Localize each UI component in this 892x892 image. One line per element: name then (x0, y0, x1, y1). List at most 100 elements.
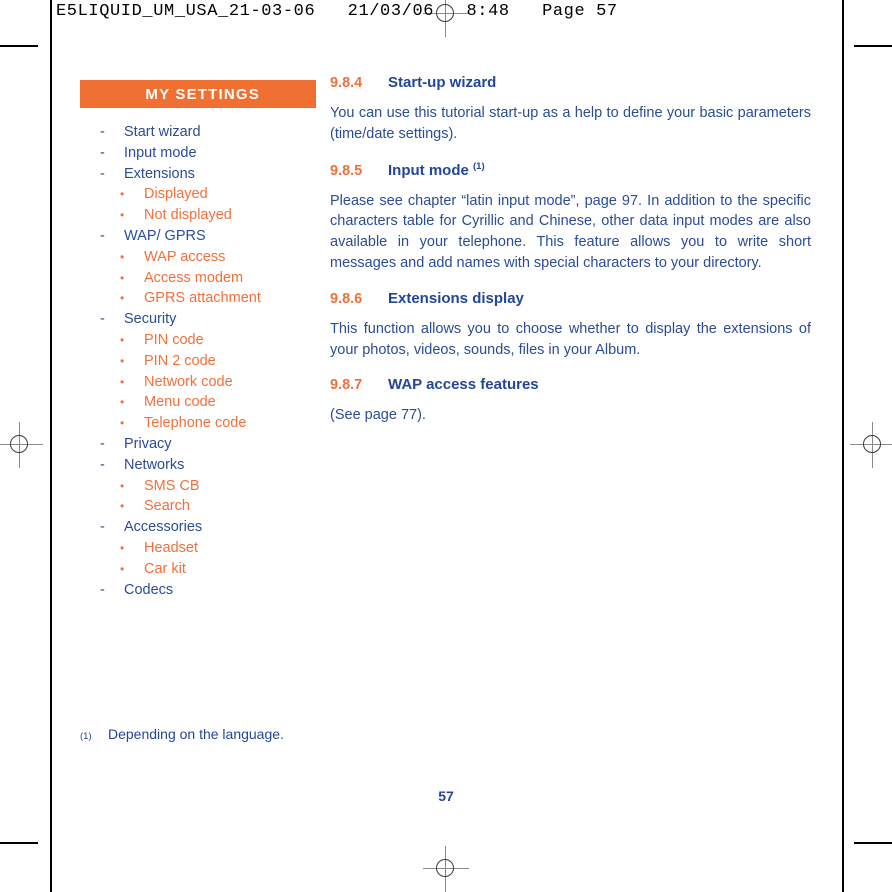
section-heading: 9.8.6 Extensions display (330, 290, 811, 307)
sidebar-item-label: SMS CB (144, 477, 200, 494)
sidebar-item[interactable]: • Not displayed (80, 205, 316, 226)
sidebar-item-label: Headset (144, 539, 199, 556)
sidebar-item-label: Car kit (144, 560, 186, 577)
dot-bullet-icon: • (120, 561, 125, 576)
sidebar-item[interactable]: • WAP access (80, 247, 316, 268)
sidebar-item-label: Start wizard (124, 124, 201, 140)
sidebar-item[interactable]: - Privacy (80, 434, 316, 455)
section-title-text: Extensions display (388, 289, 524, 307)
sidebar-item[interactable]: - Input mode (80, 143, 316, 164)
sidebar-item[interactable]: • PIN code (80, 330, 316, 351)
main-content-column: 9.8.4 Start-up wizard You can use this tut… (330, 74, 811, 442)
section-title: Start-up wizard (388, 74, 496, 91)
sidebar-item[interactable]: • Search (80, 496, 316, 517)
sidebar-item-label: Privacy (124, 435, 172, 452)
sidebar-item-label: Not displayed (144, 207, 232, 224)
sidebar-item-label: Input mode (124, 144, 197, 161)
sidebar-item-label: PIN 2 code (144, 352, 216, 369)
sidebar-item[interactable]: • Telephone code (80, 413, 316, 434)
sidebar-item-label: Extensions (124, 165, 195, 182)
dot-bullet-icon: • (120, 374, 125, 389)
sidebar-item[interactable]: - Networks (80, 455, 316, 476)
section-body-text: This function allows you to choose wheth… (330, 320, 811, 358)
footnote: (1) Depending on the language. (80, 726, 284, 742)
sidebar-item-label: Networks (124, 456, 185, 473)
document-page: MY SETTINGS - Start wizard - Input mode - Ext… (0, 0, 892, 892)
sidebar-item-label: Codecs (124, 581, 174, 598)
sidebar-item[interactable]: • PIN 2 code (80, 351, 316, 372)
sidebar-item-label: Network code (144, 373, 233, 390)
sidebar-my-settings: MY SETTINGS - Start wizard - Input mode - Ext… (80, 80, 316, 600)
section-heading: 9.8.5 Input mode (1) (330, 161, 811, 179)
sidebar-item-label: Displayed (144, 186, 208, 203)
section-number: 9.8.7 (330, 377, 363, 394)
sidebar-item-label: Access modem (144, 269, 244, 286)
section-body-text: Please see chapter “latin input mode”, p… (330, 192, 811, 271)
section-title-text: Start-up wizard (388, 74, 497, 91)
sidebar-item-label: Menu code (144, 394, 216, 411)
section-heading: 9.8.4 Start-up wizard (330, 74, 811, 91)
sidebar-item[interactable]: - Security (80, 309, 316, 330)
dot-bullet-icon: • (120, 499, 125, 514)
dash-bullet-icon: - (100, 456, 105, 473)
sidebar-item-label: PIN code (144, 331, 204, 348)
sidebar-title: MY SETTINGS (145, 85, 260, 103)
sidebar-item[interactable]: • Access modem (80, 268, 316, 289)
dot-bullet-icon: • (120, 291, 125, 306)
sidebar-item[interactable]: • Network code (80, 372, 316, 393)
section-title-text: WAP access features (388, 376, 539, 394)
dot-bullet-icon: • (120, 353, 125, 368)
sidebar-item-label: Search (144, 498, 190, 515)
dot-bullet-icon: • (120, 270, 125, 285)
sidebar-title-bar: MY SETTINGS (80, 80, 316, 108)
section-title: Input mode (1) (388, 161, 485, 179)
section-title-text: Input mode (388, 161, 469, 179)
dot-bullet-icon: • (120, 395, 125, 410)
dash-bullet-icon: - (100, 581, 105, 598)
sidebar-item[interactable]: • Menu code (80, 392, 316, 413)
section-number: 9.8.4 (330, 75, 363, 91)
footnote-marker: (1) (80, 731, 92, 742)
dot-bullet-icon: • (120, 416, 125, 431)
sidebar-item[interactable]: • Headset (80, 538, 316, 559)
sidebar-item-label: WAP/ GPRS (124, 227, 206, 244)
page-number: 57 (438, 788, 454, 804)
sidebar-item[interactable]: • SMS CB (80, 476, 316, 497)
section-number: 9.8.6 (330, 290, 363, 307)
dash-bullet-icon: - (100, 165, 105, 182)
section-heading: 9.8.7 WAP access features (330, 376, 811, 393)
sidebar-item-label: Accessories (124, 519, 203, 536)
sidebar-item[interactable]: - Accessories (80, 517, 316, 538)
dash-bullet-icon: - (100, 311, 105, 328)
sidebar-menu-list: - Start wizard - Input mode - Extensions • Disp… (80, 108, 316, 600)
section-body-text: (See page 77). (330, 407, 426, 424)
dot-bullet-icon: • (120, 478, 125, 493)
footnote-text: Depending on the language. (108, 726, 284, 742)
section-title: Extensions display (388, 290, 524, 307)
sidebar-item[interactable]: - Codecs (80, 580, 316, 601)
sidebar-item-label: GPRS attachment (144, 290, 261, 307)
sidebar-item-label: Security (124, 311, 177, 328)
dash-bullet-icon: - (100, 144, 105, 161)
dot-bullet-icon: • (120, 208, 125, 223)
dash-bullet-icon: - (100, 519, 105, 536)
sidebar-item-label: WAP access (144, 248, 226, 265)
section-title: WAP access features (388, 376, 539, 393)
section-number: 9.8.5 (330, 162, 363, 179)
dot-bullet-icon: • (120, 540, 125, 555)
dash-bullet-icon: - (100, 227, 105, 244)
sidebar-item[interactable]: • GPRS attachment (80, 288, 316, 309)
dot-bullet-icon: • (120, 187, 125, 202)
dash-bullet-icon: - (100, 435, 105, 452)
section-body-text: You can use this tutorial start-up as a … (330, 105, 811, 142)
sidebar-item[interactable]: - Start wizard (80, 122, 316, 143)
dot-bullet-icon: • (120, 249, 125, 264)
dash-bullet-icon: - (100, 124, 105, 140)
sidebar-item[interactable]: • Displayed (80, 184, 316, 205)
sidebar-item-label: Telephone code (144, 415, 247, 432)
sidebar-item[interactable]: • Car kit (80, 559, 316, 580)
sidebar-item[interactable]: - WAP/ GPRS (80, 226, 316, 247)
section-title-footnote-marker: (1) (473, 160, 485, 172)
dot-bullet-icon: • (120, 332, 125, 347)
sidebar-item[interactable]: - Extensions (80, 164, 316, 185)
